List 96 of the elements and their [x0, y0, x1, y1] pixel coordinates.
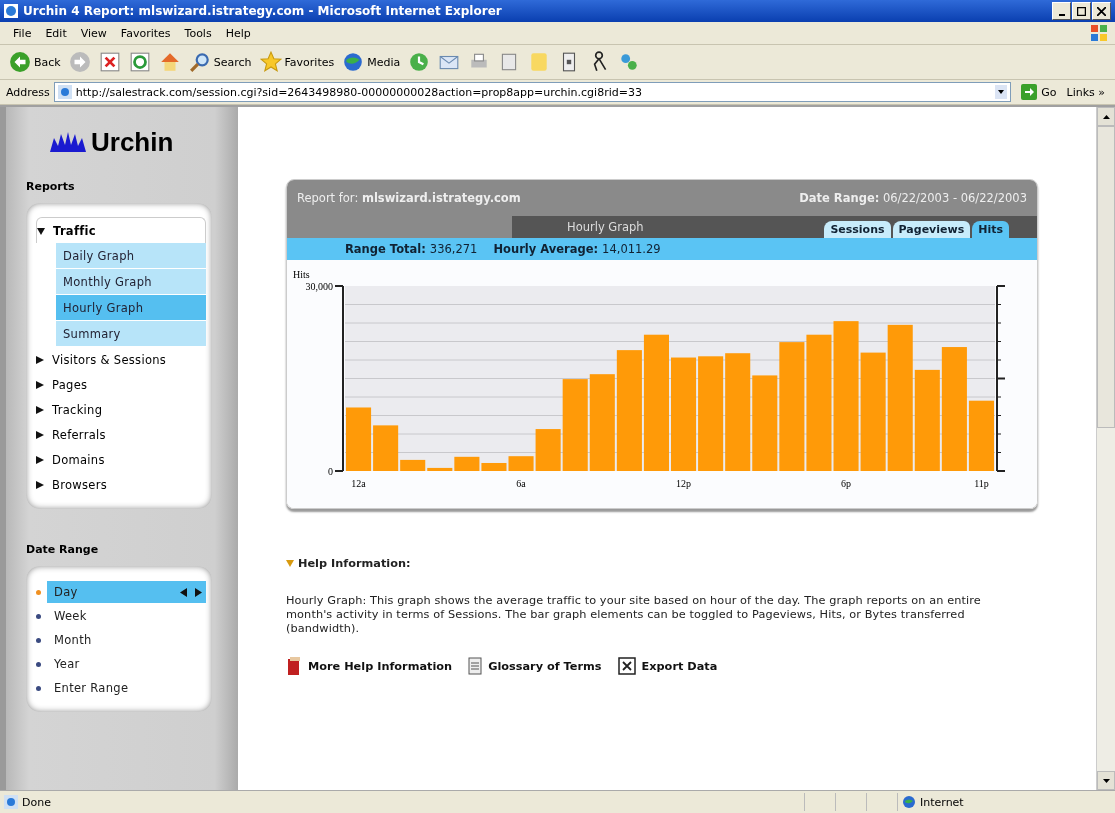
tree-item[interactable]: Domains	[36, 447, 206, 472]
tick-label: 11p	[974, 478, 989, 489]
maximize-icon	[1077, 6, 1086, 16]
clock-icon	[408, 51, 431, 73]
tab[interactable]: Pageviews	[892, 221, 971, 238]
search-icon	[188, 51, 211, 73]
triangle-right-icon	[36, 430, 44, 439]
tab[interactable]: Sessions	[824, 221, 891, 238]
date-range-option[interactable]: Day	[47, 581, 206, 603]
menu-item[interactable]: Tools	[177, 24, 219, 42]
status-text: Done	[22, 795, 51, 809]
minimize-button[interactable]	[1052, 2, 1071, 20]
menu-item[interactable]: Help	[218, 24, 258, 42]
windows-logo-icon	[1089, 24, 1109, 42]
tick-label: 12p	[676, 478, 692, 489]
tree-subitem[interactable]: Hourly Graph	[56, 295, 206, 321]
address-field[interactable]: http://salestrack.com/session.cgi?sid=2643498980-00000000028action=prop8app=urchin.cgi8rid=33	[53, 82, 1012, 102]
date-range-option[interactable]: Month	[47, 629, 206, 651]
menu-item[interactable]: Favorites	[113, 24, 178, 42]
page-icon	[57, 85, 72, 99]
toolbar-button[interactable]: Media	[339, 49, 404, 75]
tick-label: 0	[328, 466, 333, 477]
help-link[interactable]: Glossary of Terms	[468, 656, 602, 676]
date-range-option[interactable]: Enter Range	[47, 677, 206, 699]
tree-item[interactable]: Referrals	[36, 422, 206, 447]
x-box-icon	[617, 657, 636, 675]
menu-item[interactable]: Edit	[38, 24, 74, 42]
triangle-down-icon	[37, 226, 45, 235]
toolbar-button[interactable]: Favorites	[256, 49, 338, 75]
triangle-right-icon	[36, 405, 44, 414]
hourly-average: Hourly Average: 14,011.29	[493, 242, 661, 256]
up-arrow-icon	[1102, 114, 1110, 119]
section-title: Date Range	[26, 543, 100, 556]
help-text: Hourly Graph: This graph shows the average traffic to your site based on hour of the day. The graph reports on an entire month's activity in terms of Sessions. The bar graph elements can be toggled to Pageviews, Hits, or Bytes transferred (bandwidth).	[286, 594, 982, 636]
menu-item[interactable]: File	[6, 24, 39, 42]
close-icon	[1097, 6, 1106, 16]
tree-item[interactable]: Visitors & Sessions	[36, 347, 206, 372]
date-range-text: Date Range: 06/22/2003 - 06/22/2003	[799, 191, 1027, 205]
links-button[interactable]: Links »	[1066, 85, 1109, 99]
radio-dot[interactable]	[36, 661, 41, 667]
tree-item[interactable]: Pages	[36, 372, 206, 397]
radio-dot[interactable]	[36, 589, 41, 595]
address-label: Address	[6, 85, 50, 99]
bar	[346, 407, 372, 471]
axis-label: Hits	[293, 269, 310, 280]
refresh-icon	[128, 51, 151, 73]
dropdown-icon	[995, 85, 1008, 99]
window-title: Urchin 4 Report: mlswizard.istrategy.com - Microsoft Internet Explorer	[23, 4, 502, 18]
range-total: Range Total: 336,271	[345, 242, 478, 256]
globe-icon	[902, 795, 916, 809]
tree-subitem[interactable]: Daily Graph	[56, 243, 206, 269]
globe-icon	[342, 51, 365, 73]
tick-label: 6a	[516, 478, 526, 489]
triangle-down-icon	[286, 560, 294, 567]
tree-item[interactable]: Browsers	[36, 472, 206, 497]
book-icon	[286, 656, 302, 676]
maximize-button[interactable]	[1072, 2, 1091, 20]
tick-label: 6p	[841, 478, 852, 489]
tab[interactable]: Hits	[972, 221, 1009, 238]
star-icon	[259, 51, 282, 73]
date-range-option[interactable]: Week	[47, 605, 206, 627]
logo-text: Urchin	[91, 127, 174, 158]
tree-item[interactable]: Tracking	[36, 397, 206, 422]
stop-icon	[98, 51, 121, 73]
toolbar-button[interactable]: Back	[6, 49, 64, 75]
menu-item[interactable]: View	[73, 24, 114, 42]
scrollbar[interactable]	[1096, 107, 1115, 790]
tick-label: 12a	[351, 478, 366, 489]
document-icon	[468, 657, 483, 675]
help-link[interactable]: More Help Information	[286, 656, 453, 676]
triangle-right-icon	[36, 455, 44, 464]
down-arrow-icon	[1102, 778, 1110, 783]
view-title: Hourly Graph	[567, 220, 644, 234]
triangle-right-icon	[36, 380, 44, 389]
report-for: Report for: mlswizard.istrategy.com	[297, 191, 521, 205]
zone-text: Internet	[920, 795, 964, 809]
browser-icon	[4, 4, 18, 18]
tree-subitem[interactable]: Monthly Graph	[56, 269, 206, 295]
help-link[interactable]: Export Data	[617, 656, 718, 676]
page-icon	[4, 795, 18, 809]
radio-dot[interactable]	[36, 613, 41, 619]
radio-dot[interactable]	[36, 685, 41, 691]
tick-label: 30,000	[305, 281, 333, 292]
date-range-option[interactable]: Year	[47, 653, 206, 675]
logo-icon	[48, 131, 88, 154]
minimize-icon	[1058, 13, 1065, 16]
help-title: Help Information:	[298, 557, 411, 570]
prev-next-icon[interactable]	[180, 587, 202, 597]
triangle-right-icon	[36, 355, 44, 364]
section-title: Reports	[26, 180, 76, 193]
go-button[interactable]: Go	[1015, 84, 1063, 100]
close-button[interactable]	[1092, 2, 1111, 20]
tree-subitem[interactable]: Summary	[56, 321, 206, 347]
radio-dot[interactable]	[36, 637, 41, 643]
toolbar-button[interactable]: Search	[185, 49, 255, 75]
triangle-right-icon	[36, 480, 44, 489]
